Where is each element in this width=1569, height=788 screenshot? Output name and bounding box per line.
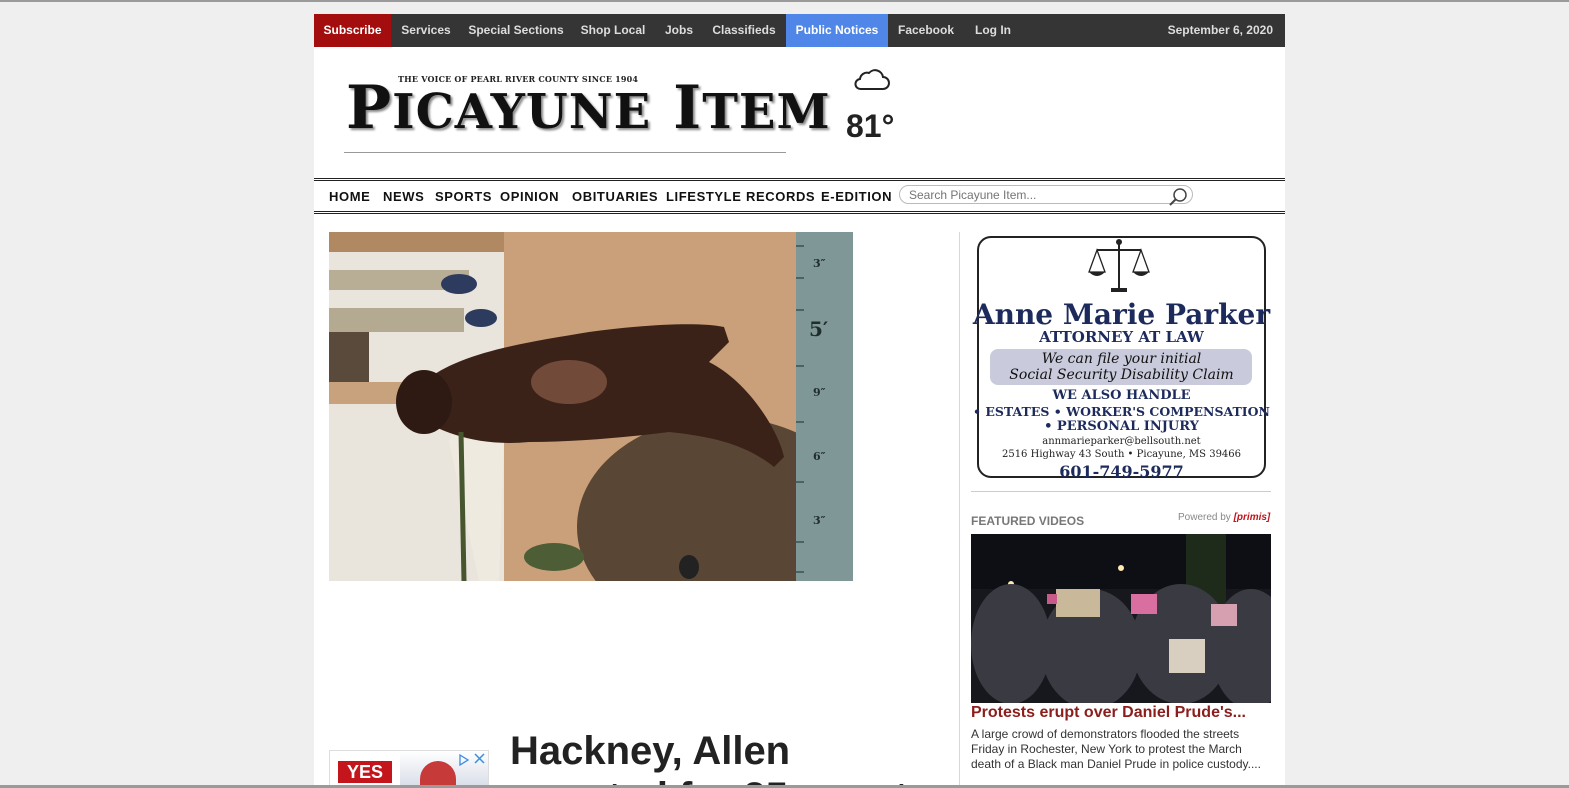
ad-phone: 601-749-5977 <box>1059 462 1184 481</box>
search-box <box>899 185 1193 207</box>
current-date: September 6, 2020 <box>1167 23 1273 37</box>
temperature: 81° <box>846 108 895 144</box>
article-headline: Hackney, Allen arrested for 25 counts <box>510 729 930 786</box>
nav-lifestyle[interactable]: LIFESTYLE <box>666 188 741 206</box>
special-sections-link[interactable]: Special Sections <box>466 14 566 47</box>
login-link[interactable]: Log In <box>972 14 1014 47</box>
nav-e-edition[interactable]: E-EDITION <box>821 188 892 206</box>
ad-attorney-name: Anne Marie Parker <box>972 298 1271 331</box>
ad-handle-line1: • ESTATES • WORKER'S COMPENSATION <box>973 404 1270 419</box>
shop-local-link[interactable]: Shop Local <box>578 14 648 47</box>
logo-tagline: THE VOICE OF PEARL RIVER COUNTY SINCE 19… <box>398 74 639 84</box>
ad-address: 2516 Highway 43 South • Picayune, MS 394… <box>1001 449 1242 460</box>
facebook-link[interactable]: Facebook <box>896 14 956 47</box>
promo-ad[interactable]: YES <box>329 750 489 786</box>
classifieds-link[interactable]: Classifieds <box>710 14 778 47</box>
search-icon[interactable] <box>1168 187 1188 207</box>
powered-by: Powered by [primis] <box>1178 512 1271 523</box>
close-icon[interactable] <box>473 752 486 765</box>
public-notices-link[interactable]: Public Notices <box>786 14 888 47</box>
jobs-link[interactable]: Jobs <box>662 14 696 47</box>
cloud-icon <box>852 64 892 94</box>
attorney-ad[interactable]: Anne Marie Parker ATTORNEY AT LAW We can… <box>972 232 1271 482</box>
featured-videos-heading: FEATURED VIDEOS <box>971 514 1085 528</box>
featured-video-headline[interactable]: Protests erupt over Daniel Prude's... <box>971 704 1246 722</box>
ad-pill-line2: Social Security Disability Claim <box>1009 367 1234 383</box>
nav-sports[interactable]: SPORTS <box>435 188 492 206</box>
nav-records[interactable]: RECORDS <box>746 188 815 206</box>
svg-text:3″: 3″ <box>813 514 826 527</box>
ad-handle-heading: WE ALSO HANDLE <box>1052 388 1191 403</box>
nav-opinion[interactable]: OPINION <box>500 188 559 206</box>
nav-home[interactable]: HOME <box>329 188 370 206</box>
svg-text:3″: 3″ <box>813 257 826 270</box>
site-logo[interactable]: PICAYUNE ITEM THE VOICE OF PEARL RIVER C… <box>344 71 830 153</box>
svg-text:9″: 9″ <box>813 386 826 399</box>
utility-bar: Subscribe Services Special Sections Shop… <box>314 14 1285 47</box>
promo-label: YES <box>338 761 392 783</box>
subscribe-link[interactable]: Subscribe <box>314 14 391 47</box>
nav-obituaries[interactable]: OBITUARIES <box>572 188 658 206</box>
scales-icon <box>1087 238 1151 296</box>
services-link[interactable]: Services <box>394 14 458 47</box>
svg-text:5′: 5′ <box>809 317 828 341</box>
ad-email: annmarieparker@bellsouth.net <box>1042 436 1201 447</box>
primis-logo: [primis] <box>1233 512 1271 523</box>
search-input[interactable] <box>909 188 1159 202</box>
adchoices-icon[interactable] <box>458 753 470 767</box>
ad-handle-line2: • PERSONAL INJURY <box>1044 419 1199 434</box>
page: Subscribe Services Special Sections Shop… <box>314 14 1285 786</box>
ad-attorney-title: ATTORNEY AT LAW <box>1039 328 1204 346</box>
ad-pill-line1: We can file your initial <box>1041 351 1202 367</box>
svg-text:6″: 6″ <box>813 450 826 463</box>
featured-video-description: A large crowd of demonstrators flooded t… <box>971 727 1261 771</box>
nav-news[interactable]: NEWS <box>383 188 424 206</box>
featured-video-player[interactable] <box>971 534 1271 703</box>
hero-photo[interactable]: 3″ 5′ 9″ 6″ 3″ <box>329 232 853 581</box>
